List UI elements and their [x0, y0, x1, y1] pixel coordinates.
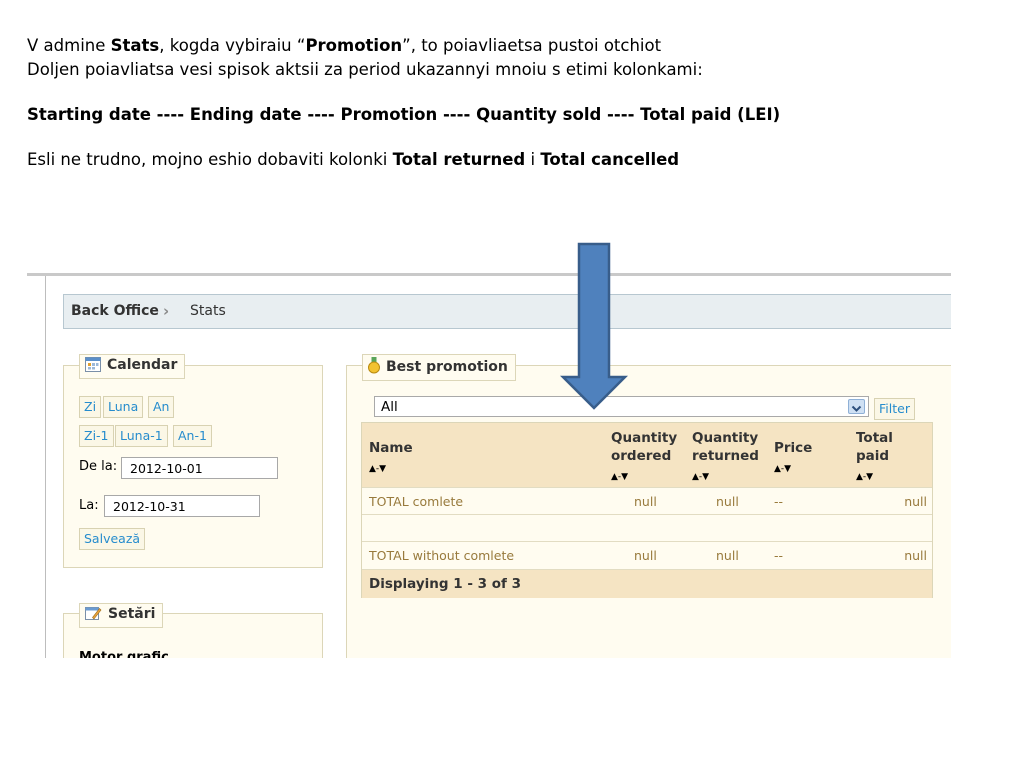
promotion-select-value: All	[381, 399, 398, 415]
cell-price: --	[774, 494, 784, 509]
column-paid-header[interactable]: Total paid	[856, 429, 893, 465]
note-line-2: Doljen poiavliatsa vesi spisok aktsii za…	[27, 60, 703, 79]
note-text: Esli ne trudno, mojno eshio dobaviti kol…	[27, 150, 393, 169]
calendar-icon	[85, 357, 101, 376]
column-label: Quantity	[692, 430, 759, 446]
note-text: V admine	[27, 36, 111, 55]
best-promotion-title: Best promotion	[386, 359, 508, 375]
note-bold: Stats	[110, 36, 160, 55]
column-price-header[interactable]: Price	[774, 439, 812, 457]
cell-name: TOTAL without comlete	[369, 548, 515, 563]
backoffice-screenshot: Back Office › Stats Calendar Zi Luna An …	[27, 273, 951, 658]
cell-returned: null	[716, 494, 739, 509]
period-prev-month-button[interactable]: Luna-1	[115, 425, 168, 447]
calendar-title: Calendar	[107, 357, 178, 373]
column-label: Total	[856, 430, 893, 446]
left-border	[45, 276, 46, 658]
top-border	[27, 273, 951, 276]
column-label: ordered	[611, 448, 672, 464]
sort-name-icon[interactable]: ▲-▼	[369, 464, 386, 474]
column-label: paid	[856, 448, 890, 464]
column-label: returned	[692, 448, 759, 464]
sort-returned-icon[interactable]: ▲-▼	[692, 472, 709, 482]
dropdown-arrow-icon[interactable]	[848, 399, 865, 414]
save-button[interactable]: Salvează	[79, 528, 146, 550]
note-line-1: V admine Stats, kogda vybiraiu “Promotio…	[27, 34, 987, 58]
medal-icon	[368, 357, 380, 378]
note-columns: Starting date ---- Ending date ---- Prom…	[27, 105, 781, 124]
date-to-label: La:	[79, 498, 99, 513]
column-label: Name	[369, 440, 413, 456]
table-row: TOTAL without comlete null null -- null	[362, 541, 932, 569]
date-from-field[interactable]: 2012-10-01	[121, 457, 278, 479]
date-to-field[interactable]: 2012-10-31	[104, 495, 260, 517]
note-text: , kogda vybiraiu “	[159, 36, 306, 55]
filter-button[interactable]: Filter	[874, 398, 915, 420]
note-bold: Total cancelled	[540, 150, 680, 169]
note-bold: Promotion	[305, 36, 403, 55]
cell-returned: null	[716, 548, 739, 563]
note-text: i	[525, 150, 541, 169]
column-returned-header[interactable]: Quantity returned	[692, 429, 759, 465]
table-footer: Displaying 1 - 3 of 3	[362, 569, 932, 598]
column-label: Price	[774, 440, 813, 456]
settings-legend: Setări	[79, 603, 164, 628]
cell-name: TOTAL comlete	[369, 494, 464, 509]
date-from-label: De la:	[79, 459, 118, 474]
settings-partial-text: Motor grafic	[79, 650, 169, 658]
column-label: Quantity	[611, 430, 678, 446]
breadcrumb-current: Stats	[190, 303, 226, 319]
cell-ordered: null	[634, 548, 657, 563]
chevron-right-icon: ›	[163, 302, 170, 320]
breadcrumb-home-link[interactable]: Back Office	[71, 303, 159, 319]
period-prev-year-button[interactable]: An-1	[173, 425, 212, 447]
pagination-summary: Displaying 1 - 3 of 3	[369, 576, 521, 592]
column-ordered-header[interactable]: Quantity ordered	[611, 429, 677, 465]
settings-title: Setări	[108, 606, 156, 622]
note-text: ”, to poiavliaetsa pustoi otchiot	[402, 36, 662, 55]
period-month-button[interactable]: Luna	[103, 396, 144, 418]
period-day-button[interactable]: Zi	[79, 396, 102, 418]
best-promotion-legend: Best promotion	[362, 354, 516, 381]
sort-price-icon[interactable]: ▲-▼	[774, 464, 791, 474]
settings-icon	[85, 606, 102, 625]
period-year-button[interactable]: An	[148, 396, 175, 418]
note-line-3: Starting date ---- Ending date ---- Prom…	[27, 103, 987, 127]
period-prev-day-button[interactable]: Zi-1	[79, 425, 114, 447]
table-row	[362, 514, 932, 542]
note-line-4: Esli ne trudno, mojno eshio dobaviti kol…	[27, 148, 987, 172]
column-name-header[interactable]: Name	[369, 439, 413, 457]
calendar-legend: Calendar	[79, 354, 186, 379]
sort-ordered-icon[interactable]: ▲-▼	[611, 472, 628, 482]
cell-price: --	[774, 548, 784, 563]
promotion-table: Name ▲-▼ Quantity ordered ▲-▼ Quantity ret…	[361, 422, 933, 598]
sort-paid-icon[interactable]: ▲-▼	[856, 472, 873, 482]
table-row: TOTAL comlete null null -- null	[362, 487, 932, 515]
cell-ordered: null	[634, 494, 657, 509]
breadcrumb: Back Office › Stats	[63, 294, 951, 329]
cell-paid: null	[904, 494, 927, 509]
cell-paid: null	[904, 548, 927, 563]
slide-notes: V admine Stats, kogda vybiraiu “Promotio…	[27, 34, 987, 172]
note-bold: Total returned	[392, 150, 526, 169]
down-arrow-annotation	[560, 242, 628, 410]
